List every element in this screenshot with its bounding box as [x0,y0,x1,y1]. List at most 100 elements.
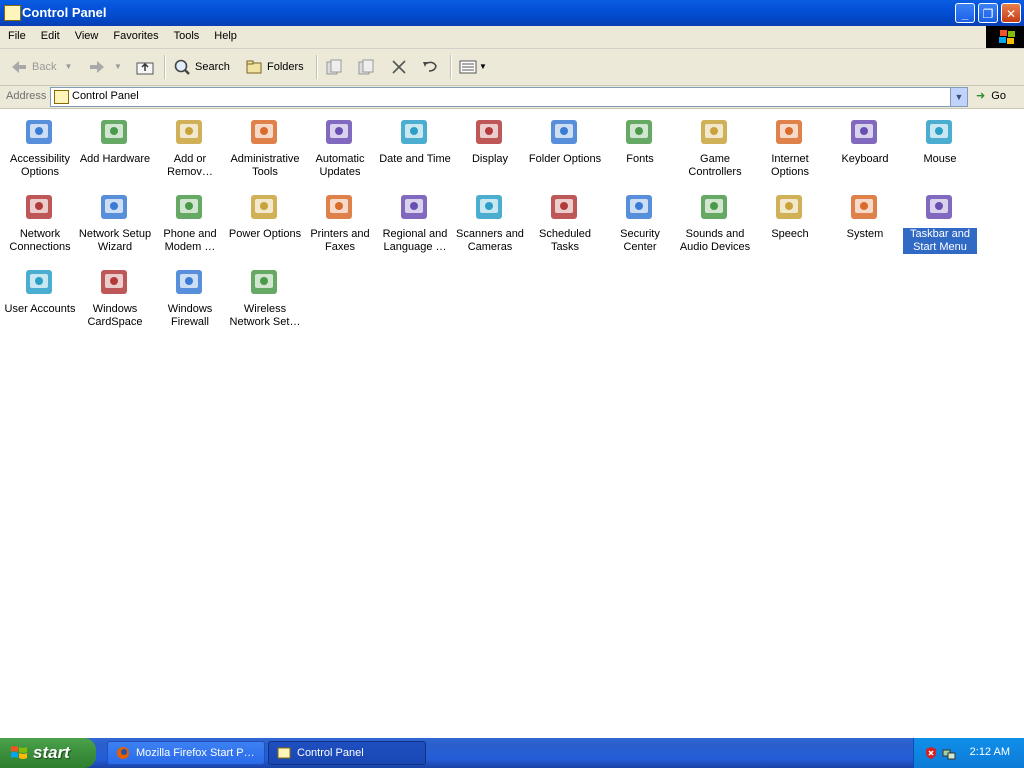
control-panel-item-accessibility-options[interactable]: Accessibility Options [3,113,77,179]
clock[interactable]: 2:12 AM [970,746,1010,758]
control-panel-item-automatic-updates[interactable]: Automatic Updates [303,113,377,179]
control-panel-item-add-or-remove-programs[interactable]: Add or Remov… [153,113,227,179]
security-alert-icon[interactable] [924,746,938,760]
close-button[interactable]: ✕ [1001,3,1021,23]
address-dropdown-icon[interactable]: ▼ [950,88,967,106]
control-panel-item-power-options[interactable]: Power Options [228,188,302,241]
user-accounts-icon [23,265,57,299]
item-label-line2: Updates [319,166,361,178]
delete-button[interactable] [390,57,412,77]
address-field[interactable]: Control Panel ▼ [50,87,968,107]
item-label: Accessibility Options [3,153,77,179]
menu-edit[interactable]: Edit [33,26,67,42]
copy-to-button[interactable] [357,57,379,77]
minimize-button[interactable]: _ [955,3,975,23]
item-label: User Accounts [3,303,77,316]
item-label-line1: Fonts [626,153,654,165]
network-icon[interactable] [942,746,956,760]
undo-button[interactable] [421,57,443,77]
restore-button[interactable]: ❐ [978,3,998,23]
control-panel-icon [54,90,69,104]
control-panel-item-internet-options[interactable]: Internet Options [753,113,827,179]
item-label: Scanners and Cameras [453,228,527,254]
control-panel-item-sounds-and-audio-devices[interactable]: Sounds and Audio Devices [678,188,752,254]
control-panel-item-administrative-tools[interactable]: Administrative Tools [228,113,302,179]
control-panel-item-mouse[interactable]: Mouse [903,113,977,166]
control-panel-item-phone-and-modem[interactable]: Phone and Modem … [153,188,227,254]
menu-view[interactable]: View [67,26,106,42]
item-label-line1: Scanners and [456,228,524,240]
item-label-line2: Connections [9,241,71,253]
control-panel-item-printers-and-faxes[interactable]: Printers and Faxes [303,188,377,254]
search-button[interactable]: Search [173,57,230,77]
control-panel-item-windows-cardspace[interactable]: Windows CardSpace [78,263,152,329]
control-panel-item-date-and-time[interactable]: Date and Time [378,113,452,166]
control-panel-item-folder-options[interactable]: Folder Options [528,113,602,166]
control-panel-item-speech[interactable]: Speech [753,188,827,241]
item-label-line1: Phone and [163,228,217,240]
item-label-line1: Printers and [310,228,370,240]
item-label: Sounds and Audio Devices [678,228,752,254]
item-label-line1: Security [620,228,660,240]
menu-help[interactable]: Help [206,26,244,42]
start-button[interactable]: start [0,738,96,768]
control-panel-item-system[interactable]: System [828,188,902,241]
item-label: Windows Firewall [153,303,227,329]
menu-tools[interactable]: Tools [166,26,207,42]
control-panel-item-network-setup-wizard[interactable]: Network Setup Wizard [78,188,152,254]
item-label-line2: Cameras [467,241,513,253]
control-panel-item-fonts[interactable]: Fonts [603,113,677,166]
control-panel-item-windows-firewall[interactable]: Windows Firewall [153,263,227,329]
security-center-icon [623,190,657,224]
item-label: Internet Options [753,153,827,179]
move-to-button[interactable] [325,57,347,77]
task-control-panel[interactable]: Control Panel [268,741,426,765]
control-panel-item-taskbar-and-start-menu[interactable]: Taskbar and Start Menu [903,188,977,254]
control-panel-item-keyboard[interactable]: Keyboard [828,113,902,166]
item-label: Taskbar and Start Menu [903,228,977,254]
item-label-line2: Language … [383,241,447,253]
item-label: Mouse [903,153,977,166]
views-button[interactable]: ▼ [459,57,487,77]
item-label-line2: Audio Devices [679,241,751,253]
folders-button[interactable]: Folders [245,57,304,77]
item-label-line1: Windows [92,303,138,315]
control-panel-item-display[interactable]: Display [453,113,527,166]
item-label: Wireless Network Set… [228,303,302,329]
control-panel-item-scheduled-tasks[interactable]: Scheduled Tasks [528,188,602,254]
item-label-line1: Game [700,153,730,165]
control-panel-item-game-controllers[interactable]: Game Controllers [678,113,752,179]
go-arrow-icon: ➜ [976,90,986,102]
item-label: Speech [753,228,827,241]
control-panel-item-wireless-network-setup[interactable]: Wireless Network Set… [228,263,302,329]
go-label: Go [991,90,1006,102]
scheduled-tasks-icon [548,190,582,224]
title-bar[interactable]: Control Panel _ ❐ ✕ [0,0,1024,26]
taskbar-and-start-menu-icon [923,190,957,224]
item-label-line2: Center [623,241,657,253]
control-panel-item-scanners-and-cameras[interactable]: Scanners and Cameras [453,188,527,254]
start-label: start [33,743,70,762]
control-panel-item-add-hardware[interactable]: Add Hardware [78,113,152,166]
task-firefox[interactable]: Mozilla Firefox Start P… [107,741,265,765]
control-panel-item-network-connections[interactable]: Network Connections [3,188,77,254]
go-button[interactable]: ➜ Go [976,89,1006,102]
up-folder-button[interactable] [136,57,158,77]
menu-favorites[interactable]: Favorites [105,26,165,42]
network-connections-icon [23,190,57,224]
search-label: Search [195,61,230,73]
control-panel-item-regional-and-language[interactable]: Regional and Language … [378,188,452,254]
forward-button[interactable]: ▼ [88,57,122,77]
menu-bar: File Edit View Favorites Tools Help [0,26,1024,49]
printers-and-faxes-icon [323,190,357,224]
control-panel-item-user-accounts[interactable]: User Accounts [3,263,77,316]
control-panel-item-security-center[interactable]: Security Center [603,188,677,254]
menu-file[interactable]: File [0,26,33,42]
item-label-line1: Keyboard [841,153,889,165]
task-label: Control Panel [297,747,364,759]
up-folder-icon [136,62,154,75]
fonts-icon [623,115,657,149]
folder-options-icon [548,115,582,149]
back-button[interactable]: Back ▼ [10,57,72,77]
forward-dropdown-icon: ▼ [114,62,122,71]
